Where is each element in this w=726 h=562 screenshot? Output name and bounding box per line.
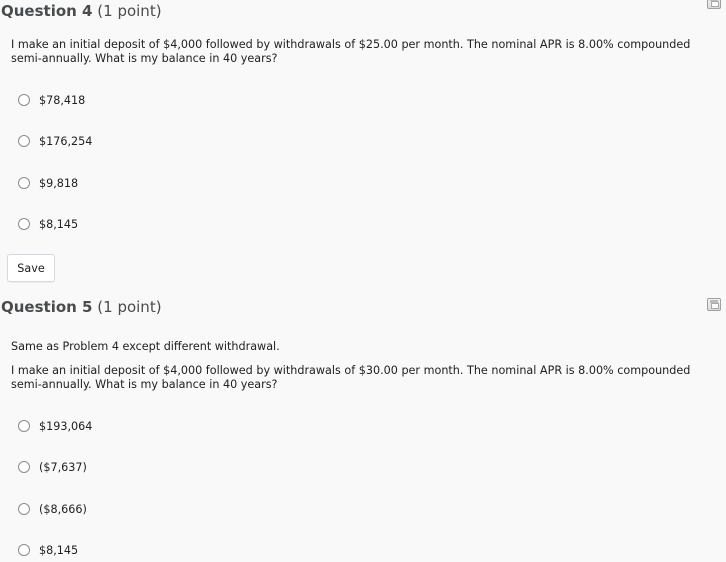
radio-button[interactable]	[18, 94, 30, 106]
question-intro: Same as Problem 4 except different withd…	[11, 340, 280, 353]
answer-option[interactable]: $78,418	[18, 92, 85, 108]
radio-button[interactable]	[18, 177, 30, 189]
answer-label: ($7,637)	[39, 460, 87, 474]
question-title: Question 4	[1, 2, 93, 20]
answer-option[interactable]: $176,254	[18, 133, 92, 149]
answer-option[interactable]: ($8,666)	[18, 501, 87, 517]
question-prompt: I make an initial deposit of $4,000 foll…	[11, 364, 691, 391]
answer-option[interactable]: $8,145	[18, 216, 78, 232]
answer-option[interactable]: ($7,637)	[18, 459, 87, 475]
answer-label: ($8,666)	[39, 502, 87, 516]
radio-button[interactable]	[18, 218, 30, 230]
answer-label: $78,418	[39, 93, 86, 107]
answer-label: $9,818	[39, 176, 79, 190]
save-icon[interactable]	[707, 0, 721, 9]
question-points: (1 point)	[97, 2, 162, 20]
question-header: Question 5 (1 point)	[1, 296, 162, 318]
answer-option[interactable]: $9,818	[18, 175, 78, 191]
answer-label: $193,064	[39, 419, 93, 433]
radio-button[interactable]	[18, 503, 30, 515]
save-icon[interactable]	[707, 298, 721, 311]
question-title: Question 5	[1, 298, 93, 316]
answer-option[interactable]: $8,145	[18, 542, 78, 558]
answer-label: $8,145	[39, 217, 79, 231]
answer-option[interactable]: $193,064	[18, 418, 92, 434]
radio-button[interactable]	[18, 461, 30, 473]
radio-button[interactable]	[18, 420, 30, 432]
radio-button[interactable]	[18, 544, 30, 556]
save-button[interactable]: Save	[7, 254, 55, 282]
question-points: (1 point)	[97, 298, 162, 316]
answer-label: $8,145	[39, 543, 79, 557]
question-prompt: I make an initial deposit of $4,000 foll…	[11, 38, 691, 65]
radio-button[interactable]	[18, 135, 30, 147]
answer-label: $176,254	[39, 134, 93, 148]
question-header: Question 4 (1 point)	[1, 0, 162, 22]
